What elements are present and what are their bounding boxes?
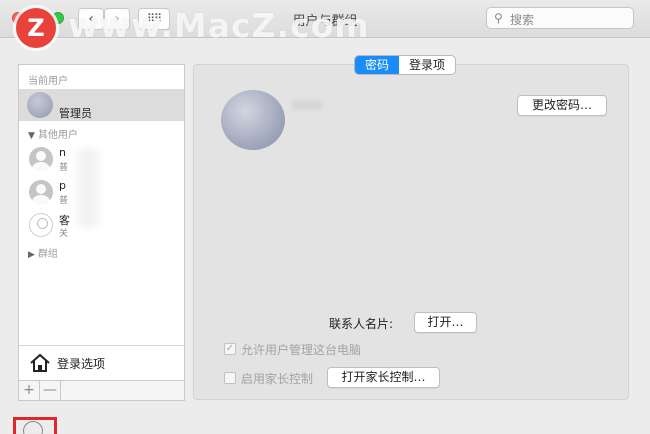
user-avatar-icon xyxy=(29,180,53,204)
checkmark-icon: ✓ xyxy=(225,343,235,354)
login-options-label: 登录选项 xyxy=(57,357,106,371)
user-role: 管理员 xyxy=(59,107,92,120)
avatar xyxy=(27,92,53,118)
watermark-text: www.MacZ.com xyxy=(68,6,370,45)
current-users-header: 当前用户 xyxy=(28,76,68,87)
user-type: 关 xyxy=(59,229,69,239)
login-options-item[interactable]: 登录选项 xyxy=(19,345,184,379)
tab-password[interactable]: 密码 xyxy=(355,56,400,74)
tab-bar: 密码 登录项 xyxy=(354,55,457,75)
user-type: 普 xyxy=(59,196,69,206)
other-users-header: ▼ 其他用户 xyxy=(28,130,78,141)
search-placeholder: 搜索 xyxy=(510,13,535,27)
contact-card-label: 联系人名片: xyxy=(329,317,394,331)
user-row-current-admin[interactable]: 管理员 xyxy=(19,89,184,121)
watermark-logo: Z xyxy=(16,8,56,48)
groups-header[interactable]: ▶ 群组 xyxy=(28,245,58,260)
change-password-button[interactable]: 更改密码… xyxy=(517,95,607,116)
allow-admin-checkbox[interactable]: ✓ xyxy=(224,343,236,355)
user-name: n xyxy=(59,146,66,159)
search-input[interactable]: ⚲ 搜索 xyxy=(486,7,634,29)
search-icon: ⚲ xyxy=(494,11,503,25)
house-icon xyxy=(30,353,50,372)
disclosure-triangle-icon: ▶ xyxy=(28,250,35,260)
parental-controls-label: 启用家长控制 xyxy=(241,372,314,386)
user-avatar-icon xyxy=(29,147,53,171)
open-contact-button[interactable]: 打开… xyxy=(414,312,477,333)
redacted-names-blur xyxy=(71,149,105,227)
remove-user-button[interactable]: — xyxy=(40,381,61,400)
guest-avatar-icon xyxy=(29,213,53,237)
redacted-username-blur xyxy=(292,100,322,110)
lock-highlight-box xyxy=(13,417,57,434)
tab-login-items[interactable]: 登录项 xyxy=(399,56,455,74)
user-list: 当前用户 管理员 ▼ 其他用户 n 普 p 普 客 关 ▶ 群组 登录选项 xyxy=(18,64,185,381)
add-remove-bar: + — xyxy=(18,381,185,401)
user-name: p xyxy=(59,179,66,192)
disclosure-triangle-icon: ▼ xyxy=(28,131,35,141)
user-type: 普 xyxy=(59,163,69,173)
parental-controls-checkbox[interactable] xyxy=(224,372,236,384)
allow-admin-label: 允许用户管理这台电脑 xyxy=(241,343,362,357)
add-user-button[interactable]: + xyxy=(19,381,40,400)
open-parental-controls-button[interactable]: 打开家长控制… xyxy=(327,367,440,388)
user-picture[interactable] xyxy=(221,90,285,150)
